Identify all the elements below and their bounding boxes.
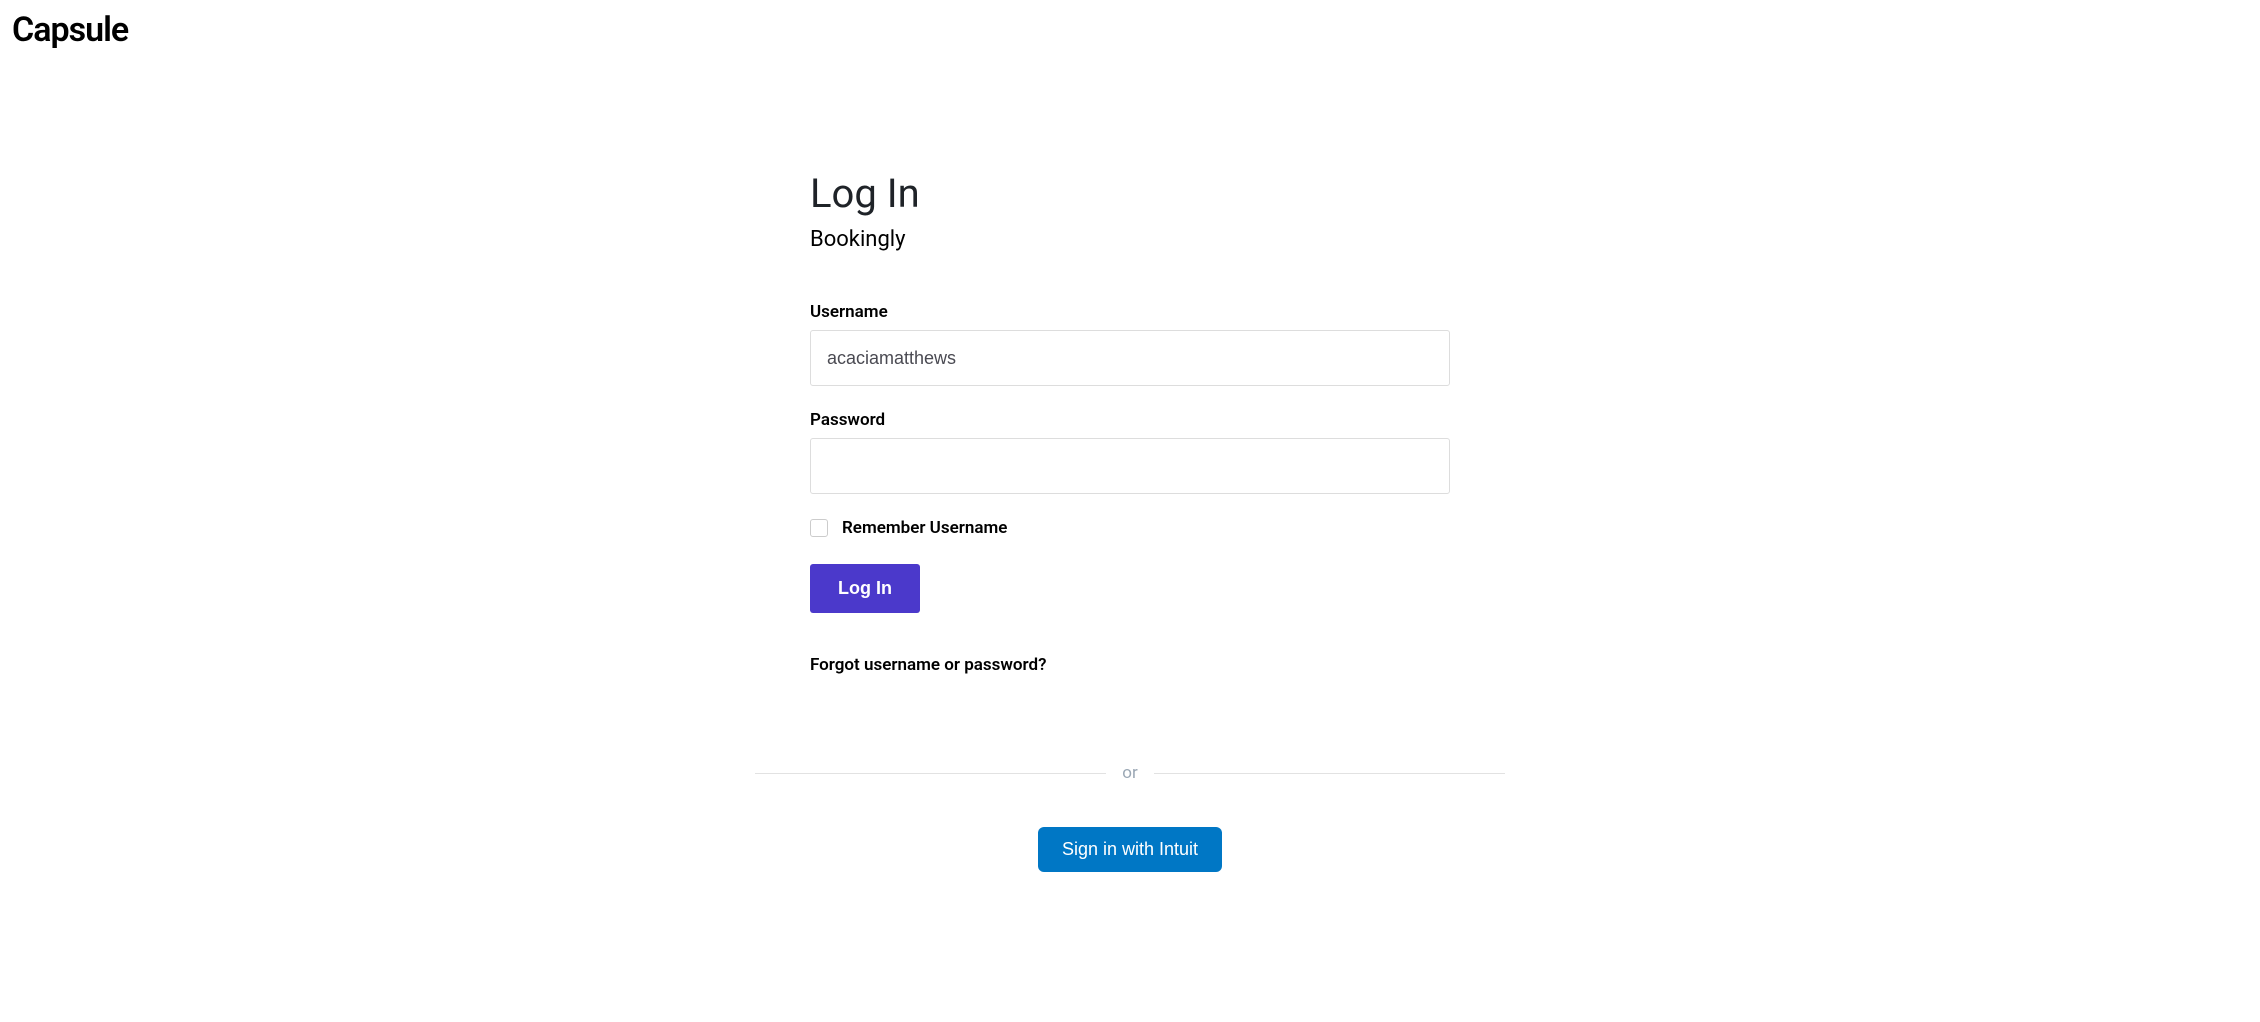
brand-logo: Capsule [12, 10, 2248, 50]
sign-in-intuit-button[interactable]: Sign in with Intuit [1038, 827, 1222, 872]
login-form-container: Log In Bookingly Username Password Remem… [810, 60, 1450, 675]
header: Capsule [0, 0, 2260, 60]
username-group: Username [810, 302, 1450, 386]
forgot-link[interactable]: Forgot username or password? [810, 655, 1046, 675]
remember-row: Remember Username [810, 518, 1450, 538]
login-button[interactable]: Log In [810, 564, 920, 613]
username-input[interactable] [810, 330, 1450, 386]
password-group: Password [810, 410, 1450, 494]
divider: or [755, 763, 1505, 783]
divider-line-left [755, 773, 1106, 774]
page-title: Log In [810, 170, 1450, 217]
remember-checkbox[interactable] [810, 519, 828, 537]
password-label: Password [810, 410, 1450, 430]
username-label: Username [810, 302, 1450, 322]
divider-text: or [1106, 763, 1153, 783]
remember-label: Remember Username [842, 518, 1007, 538]
page-subtitle: Bookingly [810, 227, 1450, 252]
sso-row: Sign in with Intuit [0, 827, 2260, 872]
divider-line-right [1154, 773, 1505, 774]
password-input[interactable] [810, 438, 1450, 494]
